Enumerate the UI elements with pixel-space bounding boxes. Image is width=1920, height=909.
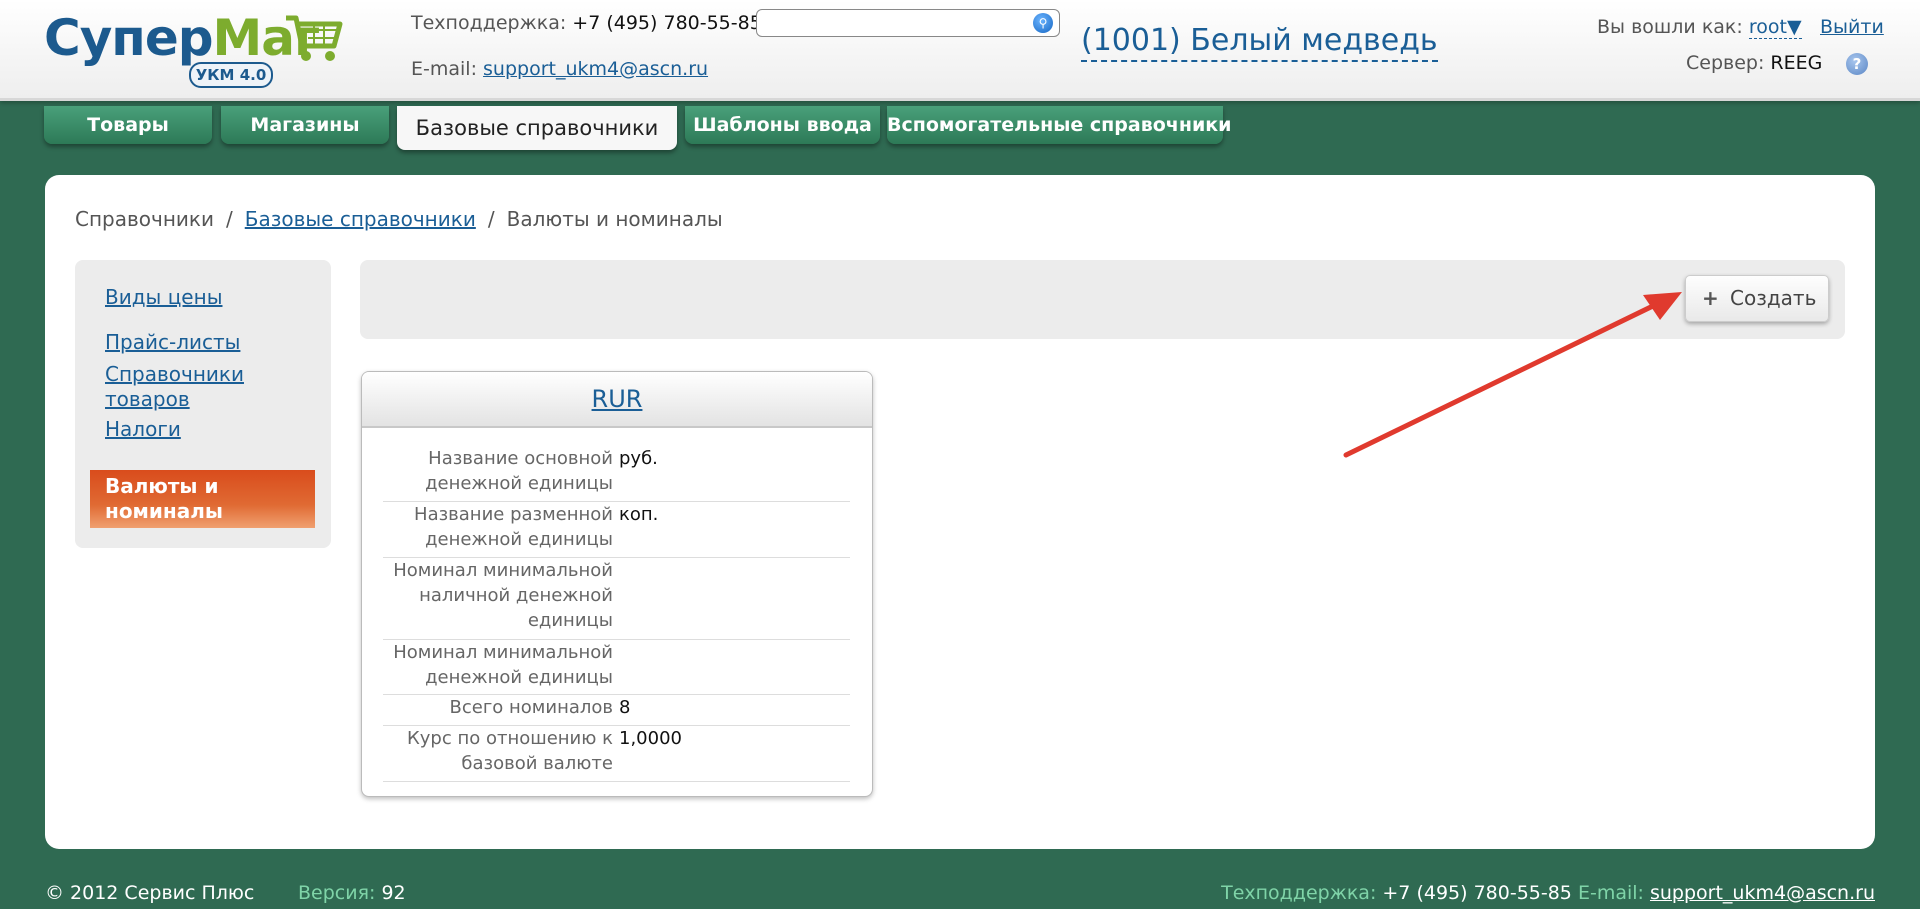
footer-contacts: Техподдержка: +7 (495) 780-55-85 E-mail:… <box>1221 882 1875 904</box>
search-input[interactable] <box>763 13 1027 33</box>
store-selector[interactable]: (1001) Белый медведь <box>1081 22 1438 62</box>
search-icon[interactable]: ⚲ <box>1033 13 1053 33</box>
version-label: Версия: <box>298 882 376 904</box>
currency-row: Номинал минимальной наличной денежной ед… <box>383 558 850 640</box>
footer: © 2012 Сервис Плюс Версия: 92 Техподдерж… <box>0 878 1920 909</box>
version-number: 92 <box>381 882 406 904</box>
sidebar-item-price-lists[interactable]: Прайс-листы <box>105 330 240 355</box>
breadcrumb-root: Справочники <box>75 207 214 231</box>
server-label: Сервер: <box>1686 52 1765 74</box>
sidebar-item-currencies[interactable]: Валюты и номиналы <box>90 470 315 528</box>
currency-code-link[interactable]: RUR <box>592 385 643 413</box>
footer-email-link[interactable]: support_ukm4@ascn.ru <box>1650 882 1875 904</box>
footer-email-label: E-mail: <box>1577 882 1644 904</box>
tab-input-templates[interactable]: Шаблоны ввода <box>685 106 880 144</box>
breadcrumb-current: Валюты и номиналы <box>506 207 723 231</box>
email-label: E-mail: <box>411 58 477 80</box>
version-badge: УКМ 4.0 <box>189 62 273 88</box>
breadcrumb: Справочники / Базовые справочники / Валюты и… <box>75 207 723 231</box>
currency-field-value: коп. <box>619 504 659 525</box>
supermag-logo[interactable]: СуперМаг УКМ 4.0 <box>44 6 354 90</box>
logout-link[interactable]: Выйти <box>1820 16 1884 38</box>
server-name: REEG <box>1770 52 1823 74</box>
currency-row: Название разменной денежной единицы коп. <box>383 502 850 558</box>
toolbar: + Создать <box>360 260 1845 339</box>
currency-row: Номинал минимальной денежной единицы <box>383 640 850 695</box>
currency-field-value: 8 <box>619 697 631 718</box>
currency-field-label: Название основной денежной единицы <box>425 448 613 494</box>
server-info: Сервер: REEG <box>1686 52 1822 74</box>
search-box: ⚲ <box>756 9 1060 37</box>
currency-field-label: Всего номиналов <box>449 697 614 718</box>
breadcrumb-separator: / <box>487 207 495 231</box>
currency-field-value: руб. <box>619 448 658 469</box>
currency-row: Название основной денежной единицы руб. <box>383 446 850 502</box>
shopping-cart-icon <box>286 15 343 61</box>
currency-row: Курс по отношению к базовой валюте 1,000… <box>383 726 850 782</box>
currency-field-label: Курс по отношению к базовой валюте <box>406 728 613 774</box>
username: root <box>1748 16 1787 38</box>
currency-field-label: Номинал минимальной наличной денежной ед… <box>393 560 613 631</box>
support-label: Техподдержка: <box>411 12 567 34</box>
logo-word-1: Супер <box>44 9 214 67</box>
footer-support-phone: +7 (495) 780-55-85 <box>1382 882 1572 904</box>
breadcrumb-base-directories[interactable]: Базовые справочники <box>245 207 476 231</box>
currency-field-label: Название разменной денежной единицы <box>414 504 613 550</box>
plus-icon: + <box>1702 286 1719 310</box>
currency-row: Всего номиналов 8 <box>383 695 850 726</box>
footer-support-label: Техподдержка: <box>1221 882 1377 904</box>
login-label: Вы вошли как: <box>1597 16 1743 38</box>
support-phone: +7 (495) 780-55-85 <box>572 12 762 34</box>
sidebar-item-price-types[interactable]: Виды цены <box>105 285 222 310</box>
version-info: Версия: 92 <box>298 882 406 904</box>
sidebar-nav: Виды цены Прайс-листы Справочники товаро… <box>75 260 331 548</box>
create-button-label: Создать <box>1730 286 1817 310</box>
tab-auxiliary-directories[interactable]: Вспомогательные справочники <box>887 106 1231 144</box>
currency-field-value: 1,0000 <box>619 728 682 749</box>
header: СуперМаг УКМ 4.0 Техподдержка: +7 (495) … <box>0 0 1920 101</box>
copyright: © 2012 Сервис Плюс <box>45 882 255 904</box>
logged-in-as: Вы вошли как: root▼ <box>1597 16 1802 39</box>
support-email-line: E-mail: support_ukm4@ascn.ru <box>411 58 708 80</box>
tab-stores[interactable]: Магазины <box>221 106 389 144</box>
create-button[interactable]: + Создать <box>1685 275 1829 322</box>
tab-goods[interactable]: Товары <box>44 106 212 144</box>
support-email-link[interactable]: support_ukm4@ascn.ru <box>483 58 708 80</box>
sidebar-item-goods-directories[interactable]: Справочники товаров <box>105 362 255 412</box>
help-icon[interactable]: ? <box>1846 53 1868 75</box>
breadcrumb-separator: / <box>225 207 233 231</box>
currency-card: RUR Название основной денежной единицы р… <box>361 371 873 797</box>
chevron-down-icon: ▼ <box>1786 16 1802 38</box>
tab-base-directories[interactable]: Базовые справочники <box>397 106 677 150</box>
currency-card-header: RUR <box>362 372 872 428</box>
content-panel: Справочники / Базовые справочники / Валюты и… <box>45 175 1875 849</box>
currency-field-label: Номинал минимальной денежной единицы <box>393 642 613 688</box>
user-menu[interactable]: root▼ <box>1748 16 1802 39</box>
support-phone-line: Техподдержка: +7 (495) 780-55-85 <box>411 12 762 34</box>
sidebar-item-taxes[interactable]: Налоги <box>105 417 181 442</box>
